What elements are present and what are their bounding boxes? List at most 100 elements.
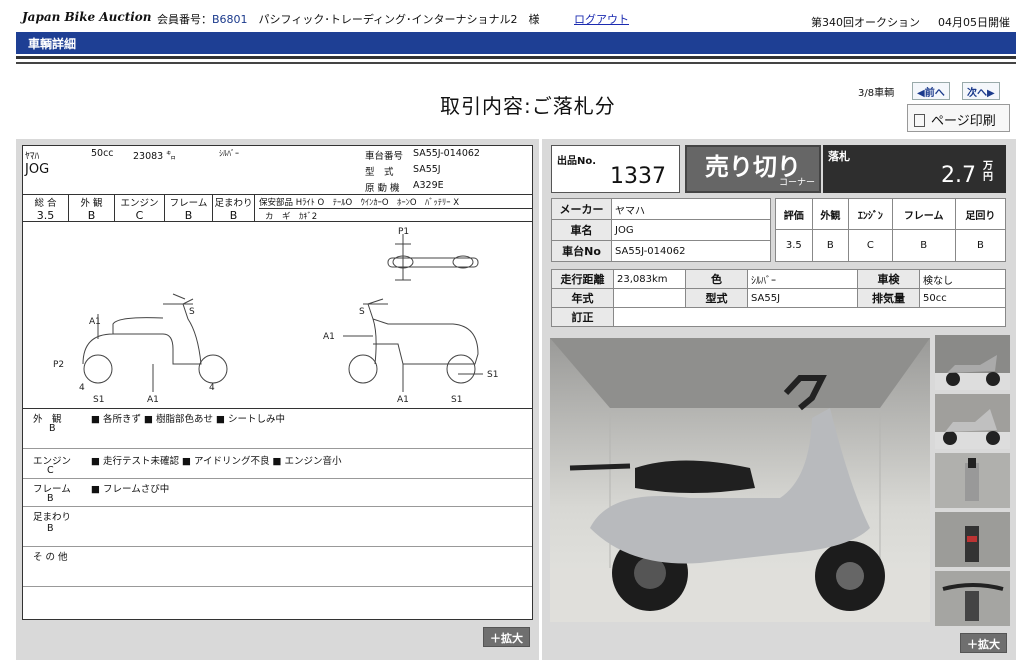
thumbnail-image (935, 394, 1010, 449)
sheet-frame-no: SA55J-014062 (413, 148, 480, 159)
table-row: 3.5 B C B B (775, 229, 1007, 262)
photo-thumbnail[interactable] (935, 571, 1010, 626)
frame-value: SA55J-014062 (611, 240, 771, 262)
sheet-model: JOG (25, 162, 50, 177)
lot-label: 出品No. (557, 156, 597, 167)
sheet-engine-label: 原 動 機 (365, 183, 400, 194)
remark-row-suspension: 足まわり B (23, 507, 532, 547)
photo-thumbnail[interactable] (935, 394, 1010, 449)
diagram-label-s: S (359, 307, 365, 317)
winning-bid-unit: 万円 (983, 161, 993, 183)
divider (16, 62, 1016, 64)
table-row: メーカー ヤマハ (551, 198, 771, 220)
vehicle-basic-table: メーカー ヤマハ 車名 JOG 車台No SA55J-014062 (551, 198, 771, 262)
main-vehicle-photo[interactable] (550, 338, 930, 622)
diagram-label-4: 4 (79, 383, 85, 393)
print-icon (914, 114, 925, 127)
diagram-label-a1: A1 (89, 317, 101, 327)
zoom-sheet-button[interactable]: ＋拡大 (483, 627, 530, 647)
diagram-label-s1: S1 (93, 395, 104, 405)
remark-label: そ の 他 (33, 552, 68, 563)
auction-info: 第340回オークション 04月05日開催 (811, 14, 1010, 30)
sheet-grade-frame: フレーム B (165, 195, 213, 222)
divider (16, 56, 1016, 59)
table-row: 走行距離 23,083km 色ｼﾙﾊﾞｰ 車検 検なし (551, 269, 1006, 289)
print-label: ページ印刷 (931, 114, 996, 129)
next-button[interactable]: 次へ▶ (962, 82, 1000, 100)
diagram-label-a1: A1 (147, 395, 159, 405)
sheet-cc: 50cc (91, 148, 114, 159)
name-value: JOG (611, 219, 771, 241)
auction-date: 04月05日開催 (938, 16, 1010, 29)
scooter-top-view (387, 243, 479, 281)
remark-label: 外 観 (33, 414, 62, 425)
table-row: 年式 型式 SA55J 排気量 50cc (551, 288, 1006, 308)
remark-label: 足まわり (33, 512, 72, 523)
sheet-grade-total: 総 合 3.5 (23, 195, 69, 222)
sheet-frame-label: 車台番号 (365, 151, 404, 162)
diagram-label-s1: S1 (451, 395, 462, 405)
remark-text: ■ フレームさび中 (91, 484, 170, 495)
winning-bid-value: 2.7 (941, 163, 976, 188)
table-row: 車台No SA55J-014062 (551, 240, 771, 262)
member-number: B6801 (212, 13, 248, 26)
sheet-grade-engine: エンジン C (115, 195, 165, 222)
sheet-color: ｼﾙﾊﾞｰ (219, 149, 239, 158)
diagram-label-p2: P2 (53, 360, 64, 370)
auction-number: 第340回オークション (811, 16, 920, 29)
member-info: 会員番号：B6801 パシフィック･トレーディング･インターナショナル2 様 (157, 11, 540, 27)
sheet-type-label: 型 式 (365, 167, 394, 178)
remark-grade: B (47, 523, 54, 534)
title-bar: 車輌詳細 (16, 32, 1016, 54)
logout-link[interactable]: ログアウト (574, 11, 629, 27)
inspection-sheet: ﾔﾏﾊ 50cc 23083 ㌔ ｼﾙﾊﾞｰ JOG 車台番号 SA55J-01… (22, 145, 533, 620)
photo-thumbnail[interactable] (935, 335, 1010, 390)
member-label: 会員番号： (157, 13, 212, 26)
remark-grade: B (47, 493, 54, 504)
print-button[interactable]: ページ印刷 (907, 104, 1010, 132)
diagram-pointer (172, 293, 186, 300)
sheet-grade-exterior: 外 観B (69, 195, 115, 222)
sheet-grade-grid: 総 合 3.5 外 観B エンジン C フレーム B 足まわり B 保安部品 Hﾗｲﾄ … (23, 194, 532, 222)
diagram-label-p1: P1 (398, 227, 409, 237)
thumbnail-image (935, 453, 1010, 508)
thumbnail-image (935, 512, 1010, 567)
table-row: 車名 JOG (551, 219, 771, 241)
photo-thumbnail[interactable] (935, 512, 1010, 567)
zoom-photo-button[interactable]: ＋拡大 (960, 633, 1007, 653)
remark-row-exterior: 外 観 B ■ 各所きず ■ 樹脂部色あせ ■ シートしみ中 (23, 409, 532, 449)
photo-thumbnail[interactable] (935, 453, 1010, 508)
sheet-mileage: 23083 ㌔ (133, 151, 176, 162)
diagram-label-4: 4 (209, 383, 215, 393)
prev-button[interactable]: ◀前へ (912, 82, 950, 100)
grade-table: 評価 外観 ｴﾝｼﾞﾝ フレーム 足回り 3.5 B C B B (775, 198, 1007, 262)
remark-grade: C (47, 465, 54, 476)
winning-bid-label: 落札 (828, 150, 850, 163)
diagram-label-a1: A1 (397, 395, 409, 405)
remark-row-engine: エンジン C ■ 走行テスト未確認 ■ アイドリング不良 ■ エンジン音小 (23, 449, 532, 479)
remark-grade: B (49, 423, 56, 434)
remark-row-frame: フレーム B ■ フレームさび中 (23, 479, 532, 507)
scooter-photo (550, 338, 930, 622)
member-name: パシフィック･トレーディング･インターナショナル2 様 (258, 13, 540, 26)
thumbnail-image (935, 335, 1010, 390)
damage-diagram: P1 P2 A1 A1 S S1 4 4 S A1 A1 S1 S1 (53, 227, 498, 405)
sheet-maker: ﾔﾏﾊ (25, 151, 40, 162)
sheet-grade-suspension: 足まわり B (213, 195, 255, 222)
sheet-type: SA55J (413, 164, 441, 175)
lot-number-box: 出品No. 1337 (551, 145, 680, 193)
corner-text: コーナー (779, 178, 816, 188)
remark-row-other: そ の 他 (23, 547, 532, 587)
diagram-label-s1: S1 (487, 370, 498, 380)
sheet-engine: A329E (413, 180, 444, 191)
sheet-key-info: カ ギ ｶｷﾞ2 (265, 212, 318, 222)
scooter-right-view (348, 298, 479, 384)
sold-out-badge: 売り切り コーナー (685, 145, 821, 193)
table-row: 訂正 (551, 307, 1006, 327)
sheet-safety-parts: 保安部品 Hﾗｲﾄ O ﾃｰﾙO ｳｲﾝｶｰO ﾎｰﾝO ﾊﾞｯﾃﾘｰ X (259, 198, 460, 208)
diagram-label-a1: A1 (323, 332, 335, 342)
vehicle-detail-table: 走行距離 23,083km 色ｼﾙﾊﾞｰ 車検 検なし 年式 型式 SA55J 排気量 50cc… (551, 269, 1006, 327)
site-logo: Japan Bike Auction (22, 10, 152, 24)
remarks-section: 外 観 B ■ 各所きず ■ 樹脂部色あせ ■ シートしみ中 エンジン C ■ … (23, 408, 532, 587)
diagram-label-s: S (189, 307, 195, 317)
